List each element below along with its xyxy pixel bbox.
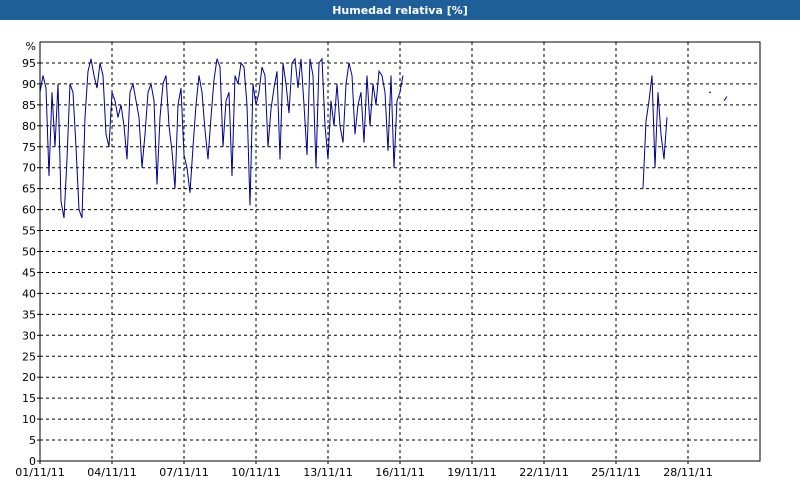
y-tick-label: 50 <box>22 246 36 259</box>
x-tick-label: 25/11/11 <box>591 466 640 479</box>
x-tick-label: 07/11/11 <box>159 466 208 479</box>
x-tick-label: 13/11/11 <box>303 466 352 479</box>
y-tick-label: 5 <box>29 434 36 447</box>
y-tick-label: 65 <box>22 183 36 196</box>
y-tick-label: 40 <box>22 287 36 300</box>
y-tick-label: 35 <box>22 308 36 321</box>
y-tick-label: 70 <box>22 162 36 175</box>
chart-window: Humedad relativa [%] 0 5 10 15 20 25 30 35 40 45 5… <box>0 0 800 500</box>
y-tick-label: 20 <box>22 371 36 384</box>
humidity-chart: 05101520253035404550556065707580859095%0… <box>15 40 761 479</box>
x-tick-label: 10/11/11 <box>231 466 280 479</box>
y-tick-label: 80 <box>22 120 36 133</box>
chart-title: Humedad relativa [%] <box>0 0 800 20</box>
y-tick-label: 75 <box>22 141 36 154</box>
y-tick-label: 10 <box>22 413 36 426</box>
y-tick-label: 55 <box>22 225 36 238</box>
y-tick-label: 95 <box>22 57 36 70</box>
x-tick-label: 01/11/11 <box>15 466 64 479</box>
y-tick-label: 45 <box>22 266 36 279</box>
y-axis-unit: % <box>26 40 36 53</box>
y-tick-label: 60 <box>22 204 36 217</box>
y-tick-label: 85 <box>22 99 36 112</box>
x-tick-label: 16/11/11 <box>375 466 424 479</box>
x-tick-label: 19/11/11 <box>447 466 496 479</box>
x-tick-label: 04/11/11 <box>87 466 136 479</box>
x-tick-label: 28/11/11 <box>663 466 712 479</box>
y-tick-label: 25 <box>22 350 36 363</box>
y-tick-label: 15 <box>22 392 36 405</box>
x-tick-label: 22/11/11 <box>519 466 568 479</box>
y-tick-label: 90 <box>22 78 36 91</box>
y-tick-label: 30 <box>22 329 36 342</box>
